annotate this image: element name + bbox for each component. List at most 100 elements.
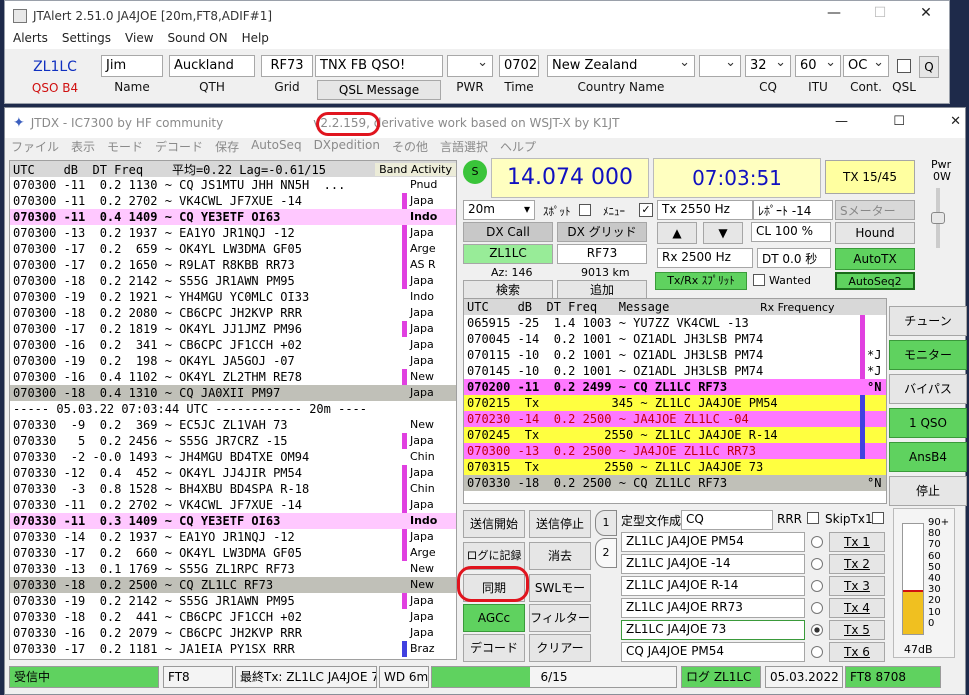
qsl-message-button[interactable]: QSL Message <box>317 80 441 100</box>
qsl-message-field[interactable]: TNX FB QSO! <box>315 55 443 77</box>
menu-autoseq[interactable]: AutoSeq <box>251 138 301 158</box>
rx-row[interactable]: 070200 -11 0.2 2499 ~ CQ ZL1LC RF73 °N <box>464 379 886 395</box>
side-button[interactable]: 停止 <box>889 476 967 506</box>
cl-spin[interactable]: CL 100 % <box>751 222 831 242</box>
band-row[interactable]: 070300 -16 0.4 1102 ~ OK4YL ZL2THM RE78 N… <box>10 369 456 385</box>
band-row[interactable]: 070300 -17 0.2 1650 ~ R9LAT R8KBB RR73 AS… <box>10 257 456 273</box>
menu-file[interactable]: ファイル <box>11 138 59 158</box>
jtalert-titlebar[interactable]: JTAlert 2.51.0 JA4JOE [20m,FT8,ADIF#1] <box>5 1 949 31</box>
menu-other[interactable]: その他 <box>392 138 428 158</box>
band-row[interactable]: 070330 -3 0.8 1528 ~ BH4XBU BD4SPA R-18 C… <box>10 481 456 497</box>
rx-row[interactable]: 070245 Tx 2550 ~ ZL1LC JA4JOE R-14 <box>464 427 886 443</box>
jtdx-close-icon[interactable]: ✕ <box>950 114 961 129</box>
dx-grid-field[interactable]: RF73 <box>557 244 647 264</box>
tx-button[interactable]: Tx 6 <box>829 642 885 662</box>
tx-radio[interactable] <box>811 536 823 548</box>
band-row[interactable]: 070330 -11 0.3 1409 ~ CQ YE3ETF OI63 Indo <box>10 513 456 529</box>
band-row[interactable]: 070300 -18 0.2 2142 ~ S55G JR1AWN PM95 Ja… <box>10 273 456 289</box>
band-row[interactable]: 070330 -17 0.2 660 ~ OK4YL LW3DMA GF05 Ar… <box>10 545 456 561</box>
dx-call-button[interactable]: DX Call <box>463 222 553 242</box>
side-button[interactable]: チューン <box>889 306 967 336</box>
menu-sound[interactable]: Sound ON <box>168 31 228 49</box>
jtdx-maximize-icon[interactable]: ☐ <box>893 114 905 129</box>
tx-button[interactable]: Tx 5 <box>829 620 885 640</box>
band-row[interactable]: 070300 -17 0.2 659 ~ OK4YL LW3DMA GF05 Ar… <box>10 241 456 257</box>
tx-message-field[interactable]: ZL1LC JA4JOE -14 <box>621 554 805 574</box>
band-row[interactable]: 070330 -14 0.2 1937 ~ EA1YO JR1NQJ -12 Ja… <box>10 529 456 545</box>
close-icon[interactable]: ✕ <box>903 5 949 21</box>
band-row[interactable]: 070300 -18 0.2 2080 ~ CB6CPC JH2KVP RRR J… <box>10 305 456 321</box>
band-row[interactable]: 070330 -18 0.2 2500 ~ CQ ZL1LC RF73 New <box>10 577 456 593</box>
tx-start-button[interactable]: 送信開始 <box>463 510 525 538</box>
tx-message-field[interactable]: ZL1LC JA4JOE RR73 <box>621 598 805 618</box>
rx-row[interactable]: 070230 -14 0.2 2500 ~ JA4JOE ZL1LC -04 <box>464 411 886 427</box>
jtdx-titlebar[interactable]: ✦ JTDX - IC7300 by HF community v2.2.159… <box>5 108 965 138</box>
band-row[interactable]: 070300 -18 0.4 1310 ~ CQ JA0XII PM97 Japa <box>10 385 456 401</box>
jtalert-callsign[interactable]: ZL1LC <box>25 59 85 75</box>
tx-message-field[interactable]: CQ JA4JOE PM54 <box>621 642 805 662</box>
band-row[interactable]: 070300 -16 0.2 341 ~ CB6CPC JF1CCH +02 Ja… <box>10 337 456 353</box>
menu-help[interactable]: ヘルプ <box>500 138 536 158</box>
autoseq2-button[interactable]: AutoSeq2 <box>835 272 915 290</box>
tx-frequency-spin[interactable]: Tx 2550 Hz <box>657 200 753 220</box>
tx-message-field[interactable]: ZL1LC JA4JOE PM54 <box>621 532 805 552</box>
side-button[interactable]: モニター <box>889 340 967 370</box>
spot-checkbox[interactable] <box>579 204 591 216</box>
menu-mode[interactable]: モード <box>107 138 143 158</box>
tx-period-button[interactable]: TX 15/45 <box>825 160 915 194</box>
rx-frequency-spin[interactable]: Rx 2500 Hz <box>657 248 753 268</box>
tx-radio[interactable] <box>811 558 823 570</box>
band-row[interactable]: 070330 -16 0.2 2079 ~ CB6CPC JH2KVP RRR J… <box>10 625 456 641</box>
add-button[interactable]: 追加 <box>557 280 647 300</box>
dx-grid-button[interactable]: DX グリッド <box>557 222 647 242</box>
menu-settings[interactable]: Settings <box>62 31 111 49</box>
rx-frequency-pane[interactable]: UTC dB DT Freq Message Rx Frequency 0659… <box>463 298 887 504</box>
blank-combo[interactable] <box>699 55 741 77</box>
band-row[interactable]: 070300 -19 0.2 198 ~ OK4YL JA5GOJ -07 Jap… <box>10 353 456 369</box>
band-row[interactable]: 070330 -19 0.2 2142 ~ S55G JR1AWN PM95 Ja… <box>10 593 456 609</box>
band-combo[interactable]: 20m ▾ <box>463 200 535 220</box>
tx-radio[interactable] <box>811 580 823 592</box>
rx-row[interactable]: 070315 Tx 2550 ~ ZL1LC JA4JOE 73 <box>464 459 886 475</box>
autotx-button[interactable]: AutoTX <box>835 248 915 270</box>
band-activity-pane[interactable]: UTC dB DT Freq 平均=0.22 Lag=-0.61/15 Band… <box>9 160 457 660</box>
rx-row[interactable]: 070330 -18 0.2 2500 ~ CQ ZL1LC RF73 °N <box>464 475 886 491</box>
minimize-icon[interactable]: — <box>811 5 857 21</box>
rx-row[interactable]: 070145 -10 0.2 1001 ~ OZ1ADL JH3LSB PM74… <box>464 363 886 379</box>
band-row[interactable]: 070330 -9 0.2 369 ~ EC5JC ZL1VAH 73 New <box>10 417 456 433</box>
band-row[interactable]: 070300 -11 0.4 1409 ~ CQ YE3ETF OI63 Indo <box>10 209 456 225</box>
tx-message-field[interactable]: ZL1LC JA4JOE R-14 <box>621 576 805 596</box>
menu-help[interactable]: Help <box>242 31 269 49</box>
report-spin[interactable]: ﾚﾎﾟｰﾄ -14 <box>753 200 833 220</box>
filter-button[interactable]: フィルター <box>529 604 591 632</box>
maximize-icon[interactable]: ☐ <box>857 5 903 21</box>
tx-stop-button[interactable]: 送信停止 <box>529 510 591 538</box>
band-row[interactable]: 070300 -19 0.2 1921 ~ YH4MGU YC0MLC OI33… <box>10 289 456 305</box>
up-arrow-button[interactable]: ▲ <box>657 222 697 244</box>
country-combo[interactable]: New Zealand <box>547 55 695 77</box>
pwr-combo[interactable] <box>447 55 493 77</box>
band-row[interactable]: 070300 -13 0.2 1937 ~ EA1YO JR1NQJ -12 Ja… <box>10 225 456 241</box>
band-row[interactable]: 070330 -18 0.2 441 ~ CB6CPC JF1CCH +02 Ja… <box>10 609 456 625</box>
erase-button[interactable]: 消去 <box>529 542 591 570</box>
pwr-slider-handle[interactable] <box>931 212 945 224</box>
dx-call-field[interactable]: ZL1LC <box>463 244 553 264</box>
tab-1[interactable]: 1 <box>595 510 617 536</box>
hound-button[interactable]: Hound <box>835 222 915 244</box>
rx-row[interactable]: 070300 -13 0.2 2500 ~ JA4JOE ZL1LC RR73 <box>464 443 886 459</box>
rx-row[interactable]: 065915 -25 1.4 1003 ~ YU7ZZ VK4CWL -13 <box>464 315 886 331</box>
itu-zone-combo[interactable]: 60 <box>795 55 841 77</box>
dt-spin[interactable]: DT 0.0 秒 <box>757 248 831 268</box>
cq-zone-combo[interactable]: 32 <box>745 55 791 77</box>
tx-radio[interactable] <box>811 646 823 658</box>
tx-message-field[interactable]: ZL1LC JA4JOE 73 <box>621 620 805 640</box>
agcc-button[interactable]: AGCc <box>463 604 525 632</box>
skiptx1-checkbox[interactable] <box>872 512 884 524</box>
menu-view[interactable]: View <box>125 31 153 49</box>
tx-button[interactable]: Tx 1 <box>829 532 885 552</box>
band-row[interactable]: 070330 -12 0.4 452 ~ OK4YL JJ4JIR PM54 Ja… <box>10 465 456 481</box>
clear-dx-button[interactable]: クリアーDX <box>529 634 591 681</box>
grid-field[interactable]: RF73 <box>261 55 313 77</box>
rx-row[interactable]: 070215 Tx 345 ~ ZL1LC JA4JOE PM54 <box>464 395 886 411</box>
band-row[interactable]: 070300 -17 0.2 1819 ~ OK4YL JJ1JMZ PM96 J… <box>10 321 456 337</box>
